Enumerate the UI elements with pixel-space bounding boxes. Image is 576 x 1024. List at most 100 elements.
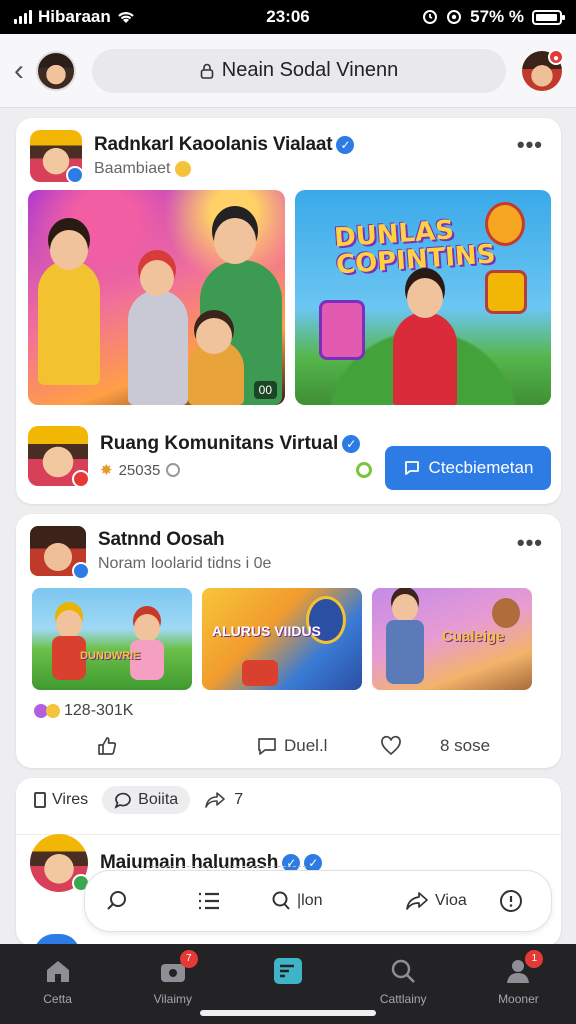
game-thumbnail[interactable]: ALURUS VIIDUS: [202, 588, 362, 690]
author-avatar[interactable]: [30, 834, 90, 892]
post-header: Radnkarl Kaoolanis Vialaat ✓ Baambiaet: [30, 130, 355, 184]
game-thumbnail[interactable]: Cualeige: [372, 588, 532, 690]
cta-label: Ctecbiemetan: [428, 458, 534, 477]
kid-figure: [38, 260, 100, 385]
post-author[interactable]: Radnkarl Kaoolanis Vialaat: [94, 134, 333, 155]
comment-chip[interactable]: Boiita: [102, 786, 191, 814]
post-card: Satnnd Oosah Noram Ioolarid tidns i 0e •…: [16, 514, 561, 768]
reactions-row[interactable]: 128-301K: [34, 702, 133, 720]
list-icon: [199, 892, 219, 910]
community-title[interactable]: Ruang Komunitans Virtual: [100, 433, 338, 454]
comment-button[interactable]: Duel.l: [256, 735, 327, 757]
like-button[interactable]: [96, 735, 118, 757]
share-button[interactable]: 7: [204, 790, 243, 810]
girl-head: [407, 278, 443, 318]
share-button[interactable]: 8 sose: [440, 736, 490, 756]
views-icon: [34, 792, 46, 808]
nav-item-profile[interactable]: 1 Mooner: [461, 944, 576, 1024]
search-label: Neain Sodal Vinenn: [221, 59, 399, 81]
search-icon: [388, 956, 418, 986]
back-chevron-icon[interactable]: ‹: [14, 55, 32, 86]
community-avatar[interactable]: [28, 426, 90, 488]
center-label: |lon: [297, 892, 323, 909]
character-body: [386, 620, 424, 684]
game-thumbnail[interactable]: DUNDWRIE: [32, 588, 192, 690]
more-options-icon[interactable]: •••: [517, 132, 543, 158]
carrier-label: Hibaraan: [38, 7, 111, 26]
teen-head: [214, 218, 256, 264]
community-row: Ruang Komunitans Virtual ✓ ✸ 25035: [28, 426, 361, 488]
views-label: Vires: [52, 791, 89, 808]
post-subtitle: Noram Ioolarid tidns i 0e: [98, 555, 272, 572]
home-indicator[interactable]: [200, 1010, 376, 1016]
views-button[interactable]: Vires: [34, 791, 88, 809]
thumbnail-title: DUNDWRIE: [80, 650, 141, 662]
comment-icon: [258, 738, 276, 755]
alarm-icon: [423, 10, 438, 24]
status-bar: Hibaraan 23:06 57% %: [0, 0, 576, 34]
video-icon: 7: [158, 950, 198, 986]
comment-label: Duel.l: [284, 736, 328, 755]
search-bar[interactable]: Neain Sodal Vinenn: [92, 48, 506, 93]
emoji-icon: [166, 463, 181, 477]
share-label: Vioa: [435, 892, 467, 909]
thumbnail-row: DUNDWRIE ALURUS VIIDUS Cualeige: [32, 588, 532, 690]
profile-icon: 1: [503, 950, 544, 986]
list-button[interactable]: [197, 890, 221, 912]
community-cta-button[interactable]: Ctecbiemetan: [385, 446, 551, 490]
heart-icon: [381, 735, 401, 756]
info-button[interactable]: [499, 889, 523, 913]
share-label: 8 sose: [440, 736, 491, 755]
signal-icon: [14, 10, 32, 24]
post-header: Satnnd Oosah Noram Ioolarid tidns i 0e: [30, 526, 272, 580]
girl-figure: [393, 312, 457, 405]
chat-bubble-icon: [404, 461, 419, 475]
star-icon: ✸: [100, 462, 113, 479]
post-author[interactable]: Satnnd Oosah: [98, 529, 271, 551]
nav-label: Cattlainy: [379, 992, 427, 1006]
kid-head: [140, 260, 174, 296]
feed-icon: [273, 956, 303, 986]
game-thumbnail[interactable]: DUNLAS COPINTINS: [295, 190, 551, 405]
nav-label: Vilaimy: [153, 992, 193, 1006]
floating-action-bar: |lon Vioa: [84, 870, 552, 932]
react-button[interactable]: [380, 735, 402, 757]
location-icon: [447, 10, 462, 24]
robot-character: [319, 300, 365, 360]
live-badge-icon: [72, 470, 90, 488]
share-button[interactable]: Vioa: [405, 890, 467, 912]
reactions-count: 128-301K: [64, 702, 134, 719]
send-icon: [406, 892, 428, 910]
search-button[interactable]: [105, 889, 129, 913]
notifications-avatar[interactable]: ●: [522, 48, 564, 91]
online-badge-icon: [66, 166, 84, 184]
nav-item-home[interactable]: Cetta: [0, 944, 115, 1024]
share-count: 7: [234, 791, 244, 808]
thumbnail-title: Cualeige: [442, 628, 505, 645]
top-header: ‹ Neain Sodal Vinenn ●: [0, 34, 576, 108]
more-options-icon[interactable]: •••: [517, 530, 543, 556]
verified-icon: ✓: [336, 135, 355, 154]
robot-character: [485, 270, 527, 314]
kid-head: [50, 230, 88, 270]
info-icon: [500, 890, 522, 912]
character-head: [392, 594, 418, 622]
profile-avatar[interactable]: [36, 50, 76, 91]
author-avatar[interactable]: [30, 130, 84, 184]
nav-label: Cetta: [43, 992, 72, 1006]
status-ring-icon: [356, 462, 372, 478]
subtitle-placeholder: [136, 866, 306, 867]
online-badge-icon: [72, 562, 90, 580]
comment-icon: [114, 792, 131, 809]
verified-icon: ✓: [342, 434, 361, 453]
nav-badge: 7: [179, 950, 198, 968]
thumbnail-title: ALURUS VIIDUS: [212, 623, 321, 639]
character-head: [492, 598, 520, 628]
author-avatar[interactable]: [30, 526, 90, 580]
nav-label: Mooner: [498, 992, 539, 1006]
search-comments-button[interactable]: |lon: [271, 890, 323, 912]
video-thumbnail-concert[interactable]: 00: [28, 190, 285, 405]
nav-badge: 1: [525, 950, 544, 968]
battery-percent: 57% %: [470, 7, 524, 26]
post-mini-bar: Vires Boiita 7: [34, 786, 243, 814]
